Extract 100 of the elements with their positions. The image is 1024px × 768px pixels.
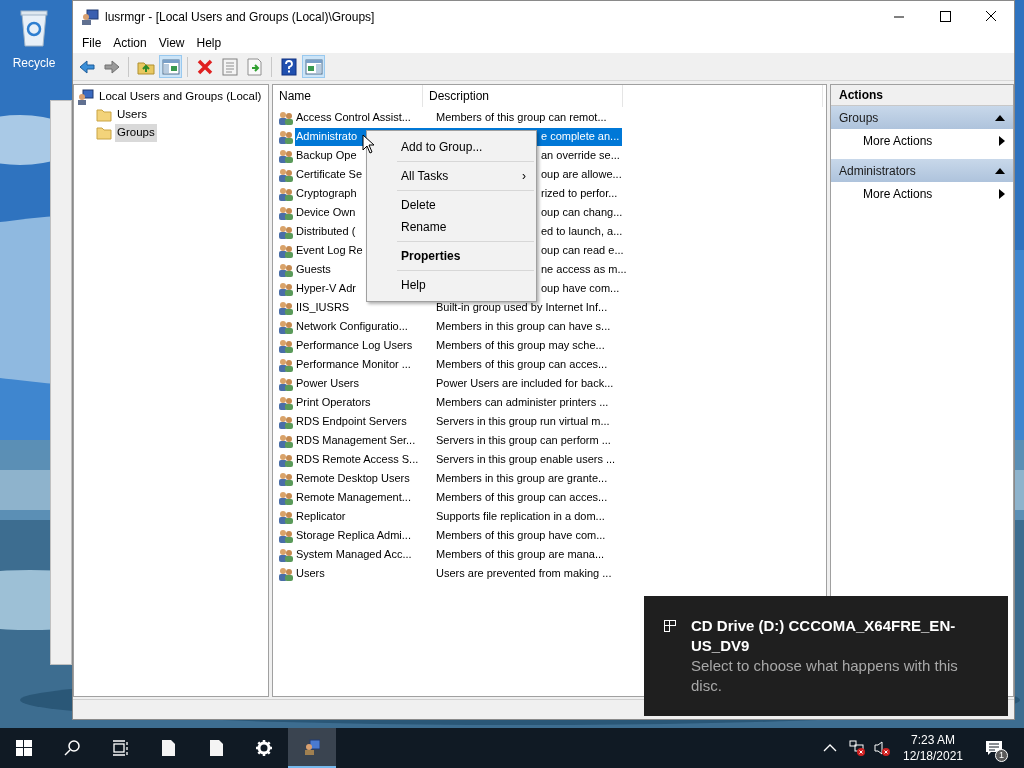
app-icon [81,9,99,25]
table-cell-text: ne access as m... [541,262,627,278]
folder-icon [96,126,112,140]
menu-item[interactable]: Delete [367,194,536,216]
table-cell-text: oup can read e... [541,243,624,259]
tree-item[interactable]: Groups [115,124,157,142]
table-cell-text: Supports file replication in a dom... [436,509,605,525]
submenu-arrow-icon [999,135,1005,146]
action-item[interactable]: More Actions [831,129,1013,152]
table-cell-text: Performance Monitor ... [296,357,411,373]
computer-users-icon [304,739,320,755]
menu-item[interactable]: Properties [367,245,536,267]
group-icon [278,166,294,183]
table-cell-text: Members in this group can have s... [436,319,611,335]
submenu-arrow: › [522,168,526,185]
mouse-pointer-icon [362,134,376,154]
desktop-icon-label[interactable]: Recycle [12,54,56,72]
table-cell-text: Members of this group are mana... [436,547,605,563]
group-icon [278,470,294,487]
menu-item[interactable]: Action [107,34,153,52]
table-cell-text: RDS Remote Access S... [296,452,419,468]
document-icon [160,740,176,756]
computer-users-icon [78,89,94,105]
group-icon [278,337,294,354]
group-icon [278,546,294,563]
notification-title: CD Drive (D:) CCCOMA_X64FRE_EN-US_DV9 [691,616,957,656]
group-icon [278,318,294,335]
menu-item[interactable]: View [152,34,191,52]
table-cell-text: Event Log Re [296,243,363,259]
group-icon [278,489,294,506]
table-cell-text: oup are allowe... [541,167,622,183]
window-title: lusrmgr - [Local Users and Groups (Local)\Groups] [105,9,376,26]
group-icon [278,204,294,221]
actions-section-header[interactable]: Groups [831,106,1013,129]
tree-pane-button[interactable] [159,55,182,78]
table-cell-text: Servers in this group run virtual m... [436,414,610,430]
table-cell-text: Backup Ope [296,148,357,164]
menu-item[interactable]: File [76,34,108,52]
actions-section-header[interactable]: Administrators [831,159,1013,182]
collapse-arrow-icon[interactable] [995,114,1005,121]
table-cell-text: Servers in this group can perform ... [436,433,611,449]
group-icon [278,261,294,278]
clock[interactable]: 7:23 AM 12/18/2021 [898,732,968,764]
table-cell-text: Remote Management... [296,490,411,506]
recycle-bin-icon[interactable] [19,8,49,48]
table-cell-text: Users are prevented from making ... [436,566,612,582]
document-icon [208,740,224,756]
table-cell-text: Power Users [296,376,359,392]
table-cell-text: Built-in group used by Internet Inf... [436,300,608,316]
chevron-up-icon[interactable] [823,744,837,752]
table-cell-text: Members of this group can acces... [436,490,608,506]
collapse-arrow-icon[interactable] [995,167,1005,174]
menu-item[interactable]: All Tasks › [367,165,536,187]
table-cell-text: oup can chang... [541,205,623,221]
group-icon [278,128,294,145]
table-cell-text: Members can administer printers ... [436,395,609,411]
table-cell-text: e complete an... [541,129,620,145]
tree-item[interactable]: Users [115,106,150,124]
menu-item[interactable]: Rename [367,216,536,238]
network-error-icon[interactable] [849,740,865,756]
drive-icon [664,620,676,632]
table-cell-text: Servers in this group enable users ... [436,452,616,468]
table-cell-text: RDS Management Ser... [296,433,416,449]
start-icon [16,740,32,756]
notification-toast[interactable]: CD Drive (D:) CCCOMA_X64FRE_EN-US_DV9 Select to choose what happens with this disc. [644,596,1008,716]
group-icon [278,375,294,392]
table-cell-text: Members of this group have com... [436,528,606,544]
group-icon [278,451,294,468]
task-view-icon [112,740,128,756]
group-icon [278,527,294,544]
menu-item[interactable]: Help [367,274,536,296]
notifications-button[interactable]: 1 [974,728,1014,768]
table-cell-text: Hyper-V Adr [296,281,356,297]
action-pane-button[interactable] [302,55,325,78]
table-cell-text: Members of this group can remot... [436,110,607,126]
menu-item[interactable]: Help [190,34,228,52]
table-cell-text: RDS Endpoint Servers [296,414,407,430]
notification-text: Select to choose what happens with this disc. [691,656,959,696]
table-cell-text: IIS_IUSRS [296,300,350,316]
table-cell-text: rized to perfor... [541,186,618,202]
action-center-icon [985,740,1003,756]
tree-item[interactable]: Local Users and Groups (Local) [97,88,264,106]
table-cell-text: Administrato [296,129,358,145]
submenu-arrow-icon [999,188,1005,199]
group-icon [278,147,294,164]
group-icon [278,508,294,525]
settings-icon [256,740,272,756]
action-item[interactable]: More Actions [831,182,1013,205]
speaker-muted-icon[interactable] [874,740,890,756]
group-icon [278,394,294,411]
notification-count-badge: 1 [995,749,1008,762]
table-cell-text: Access Control Assist... [296,110,411,126]
group-icon [278,432,294,449]
group-icon [278,356,294,373]
column-header[interactable]: Name [273,85,423,107]
table-cell-text: Distributed ( [296,224,356,240]
column-header[interactable]: Description [423,85,623,107]
table-cell-text: Guests [296,262,331,278]
table-cell-text: ed to launch, a... [541,224,623,240]
group-icon [278,223,294,240]
